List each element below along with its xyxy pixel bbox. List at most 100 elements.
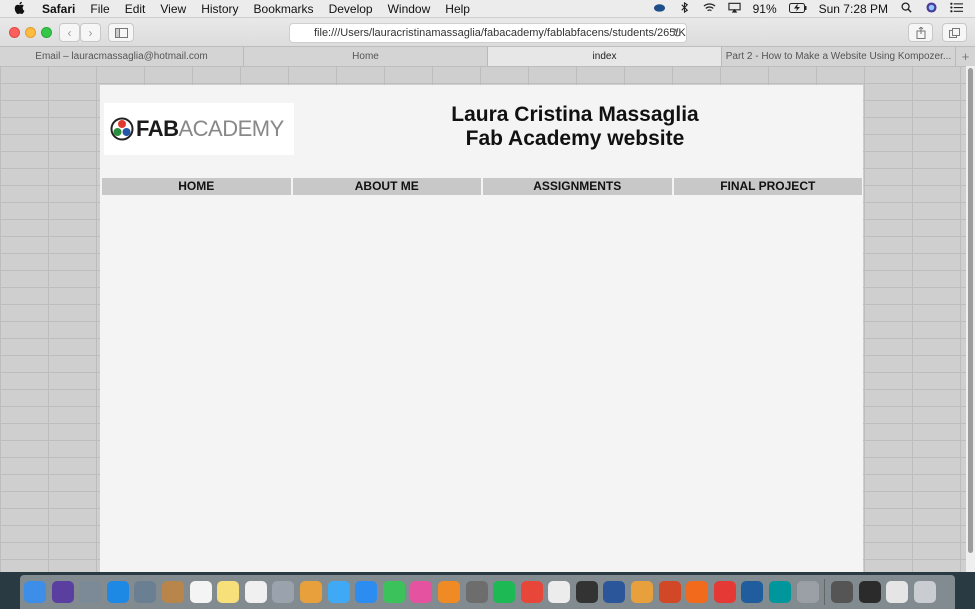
wifi-icon[interactable]: [703, 2, 716, 16]
address-bar[interactable]: file:///Users/lauracristinamassaglia/fab…: [289, 23, 687, 43]
scanner-icon[interactable]: [796, 581, 819, 603]
browser-toolbar: ‹ › file:///Users/lauracristinamassaglia…: [0, 18, 975, 46]
logo-academy-text: ACADEMY: [178, 116, 285, 141]
notes-icon[interactable]: [217, 581, 240, 603]
tab-home[interactable]: Home: [244, 47, 488, 66]
tab-label: Email – lauracmassaglia@hotmail.com: [35, 51, 208, 62]
bluetooth-icon[interactable]: [678, 1, 691, 16]
arduino-icon[interactable]: [769, 581, 792, 603]
cloud-status-icon[interactable]: [653, 2, 666, 16]
menu-bookmarks[interactable]: Bookmarks: [254, 2, 314, 16]
powerpoint-icon[interactable]: [658, 581, 681, 603]
share-icon: [916, 26, 925, 39]
finder-icon[interactable]: [24, 581, 46, 603]
apple-menu-icon[interactable]: [14, 1, 28, 17]
messages-icon[interactable]: [327, 581, 350, 603]
nav-home-link[interactable]: HOME: [102, 178, 291, 195]
facetime-icon[interactable]: [382, 581, 405, 603]
reload-icon[interactable]: ↻: [672, 24, 682, 42]
nav-about-me-link[interactable]: ABOUT ME: [292, 178, 481, 195]
reminders-icon[interactable]: [244, 581, 267, 603]
menu-view[interactable]: View: [160, 2, 186, 16]
window-minimize-button[interactable]: [25, 27, 36, 38]
chevron-right-icon: ›: [88, 25, 93, 40]
tab-index[interactable]: index: [488, 47, 722, 66]
menu-window[interactable]: Window: [388, 2, 431, 16]
new-tab-button[interactable]: +: [956, 47, 975, 66]
fab-academy-logo[interactable]: FAB ACADEMY: [104, 103, 294, 155]
firefox-icon[interactable]: [686, 581, 709, 603]
contacts-icon[interactable]: [161, 581, 184, 603]
url-text[interactable]: file:///Users/lauracristinamassaglia/fab…: [314, 27, 686, 39]
logo-fab-text: FAB: [136, 116, 179, 141]
word-icon[interactable]: [603, 581, 626, 603]
photos-icon[interactable]: [299, 581, 322, 603]
spotify-icon[interactable]: [493, 581, 516, 603]
menu-app-safari[interactable]: Safari: [42, 2, 75, 16]
sidebar-icon: [114, 27, 128, 38]
menu-edit[interactable]: Edit: [125, 2, 146, 16]
nav-final-project-link[interactable]: FINAL PROJECT: [673, 178, 862, 195]
status-area: 91% Sun 7:28 PM: [653, 0, 975, 17]
ibooks-icon[interactable]: [437, 581, 460, 603]
fab-app-icon[interactable]: [631, 581, 654, 603]
battery-icon[interactable]: [788, 2, 807, 16]
system-preferences-icon[interactable]: [465, 581, 488, 603]
nav-assignments-link[interactable]: ASSIGNMENTS: [483, 178, 672, 195]
page-title-subtitle: Fab Academy website: [465, 127, 685, 150]
tab-bar: Email – lauracmassaglia@hotmail.com Home…: [0, 46, 975, 67]
brasero-icon[interactable]: [713, 581, 736, 603]
tabs-icon: [949, 27, 960, 38]
site-navigation: HOME ABOUT ME ASSIGNMENTS FINAL PROJECT: [102, 178, 862, 195]
trash-icon[interactable]: [914, 581, 936, 603]
photo-viewer-icon[interactable]: [272, 581, 295, 603]
sidebar-toggle-button[interactable]: [108, 23, 134, 42]
tab-label: index: [592, 51, 617, 62]
tab-label: Home: [352, 51, 379, 62]
launchpad-icon[interactable]: [79, 581, 102, 603]
preview-icon[interactable]: [134, 581, 157, 603]
menu-help[interactable]: Help: [445, 2, 470, 16]
page-container: FAB ACADEMY Laura Cristina Massaglia Fab …: [100, 85, 863, 572]
vertical-scrollbar[interactable]: [966, 66, 975, 572]
tab-overview-button[interactable]: [942, 23, 967, 42]
calendar-icon[interactable]: [189, 581, 212, 603]
dock: [20, 575, 955, 609]
fab-lab-logo-icon: [110, 117, 134, 141]
itunes-icon[interactable]: [410, 581, 433, 603]
page-title-name: Laura Cristina Massaglia: [451, 103, 699, 126]
menu-bar: Safari File Edit View History Bookmarks …: [0, 0, 975, 18]
forward-button[interactable]: ›: [80, 23, 101, 42]
battery-percent: 91%: [752, 1, 777, 16]
dock-separator: [824, 579, 826, 605]
textedit-icon[interactable]: [548, 581, 571, 603]
chrome-icon[interactable]: [520, 581, 543, 603]
siri-status-icon[interactable]: [925, 1, 938, 16]
tab-label: Part 2 - How to Make a Website Using Kom…: [725, 51, 952, 62]
plus-icon: +: [961, 49, 970, 64]
web-content[interactable]: FAB ACADEMY Laura Cristina Massaglia Fab …: [0, 66, 966, 572]
window-zoom-button[interactable]: [41, 27, 52, 38]
terminal-icon[interactable]: [858, 581, 881, 603]
menu-file[interactable]: File: [90, 2, 109, 16]
notification-center-icon[interactable]: [950, 2, 963, 16]
app-store-icon[interactable]: [355, 581, 378, 603]
tab-kompozer-tutorial[interactable]: Part 2 - How to Make a Website Using Kom…: [722, 47, 956, 66]
document-icon[interactable]: [831, 581, 854, 603]
inkscape-icon[interactable]: [575, 581, 598, 603]
quicktime-icon[interactable]: [741, 581, 764, 603]
safari-icon[interactable]: [106, 581, 129, 603]
chevron-left-icon: ‹: [67, 25, 72, 40]
siri-icon[interactable]: [51, 581, 74, 603]
files-icon[interactable]: [886, 581, 909, 603]
tab-email[interactable]: Email – lauracmassaglia@hotmail.com: [0, 47, 244, 66]
back-button[interactable]: ‹: [59, 23, 80, 42]
scrollbar-thumb[interactable]: [968, 68, 973, 553]
window-close-button[interactable]: [9, 27, 20, 38]
clock[interactable]: Sun 7:28 PM: [819, 2, 888, 16]
share-button[interactable]: [908, 23, 933, 42]
menu-history[interactable]: History: [201, 2, 238, 16]
menu-develop[interactable]: Develop: [329, 2, 373, 16]
airplay-icon[interactable]: [727, 2, 741, 16]
spotlight-search-icon[interactable]: [900, 1, 913, 16]
